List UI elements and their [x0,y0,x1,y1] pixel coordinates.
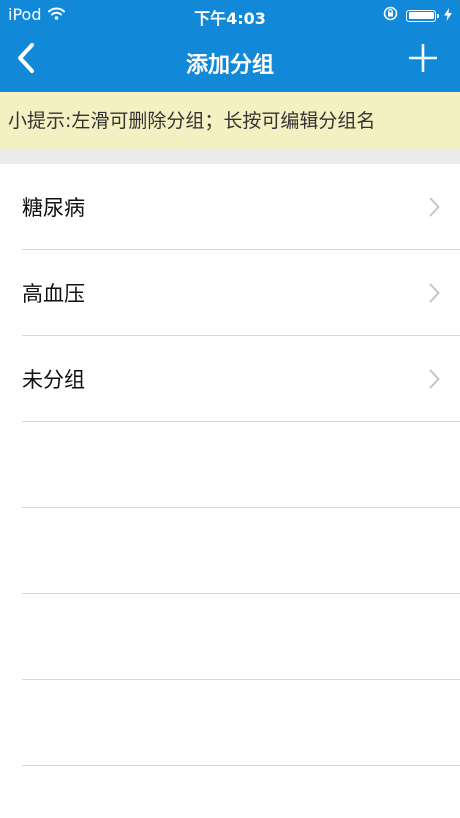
chevron-right-icon [429,369,440,393]
group-row-diabetes[interactable]: 糖尿病 [22,164,460,250]
empty-row [22,680,460,766]
group-label: 未分组 [22,368,85,392]
tip-banner: 小提示:左滑可删除分组；长按可编辑分组名 [0,92,460,150]
group-label: 糖尿病 [22,196,85,220]
status-bar: iPod 下午4:03 [0,0,460,30]
status-right [383,6,452,25]
add-group-button[interactable] [404,41,442,79]
empty-row [22,422,460,508]
empty-row [22,594,460,680]
group-label: 高血压 [22,282,85,306]
page-title: 添加分组 [185,53,274,78]
app-header: iPod 下午4:03 添加分组 [0,0,460,92]
chevron-right-icon [429,197,440,221]
nav-bar: 添加分组 [0,30,460,92]
empty-row [22,508,460,594]
chevron-right-icon [429,283,440,307]
tip-text: 小提示:左滑可删除分组；长按可编辑分组名 [8,110,376,132]
plus-icon [408,43,438,76]
section-spacer [0,150,460,164]
group-list: 糖尿病 高血压 未分组 [0,164,460,766]
orientation-lock-icon [383,6,398,25]
group-row-hypertension[interactable]: 高血压 [22,250,460,336]
battery-icon [406,9,439,22]
charging-bolt-icon [444,6,452,25]
group-row-ungrouped[interactable]: 未分组 [22,336,460,422]
